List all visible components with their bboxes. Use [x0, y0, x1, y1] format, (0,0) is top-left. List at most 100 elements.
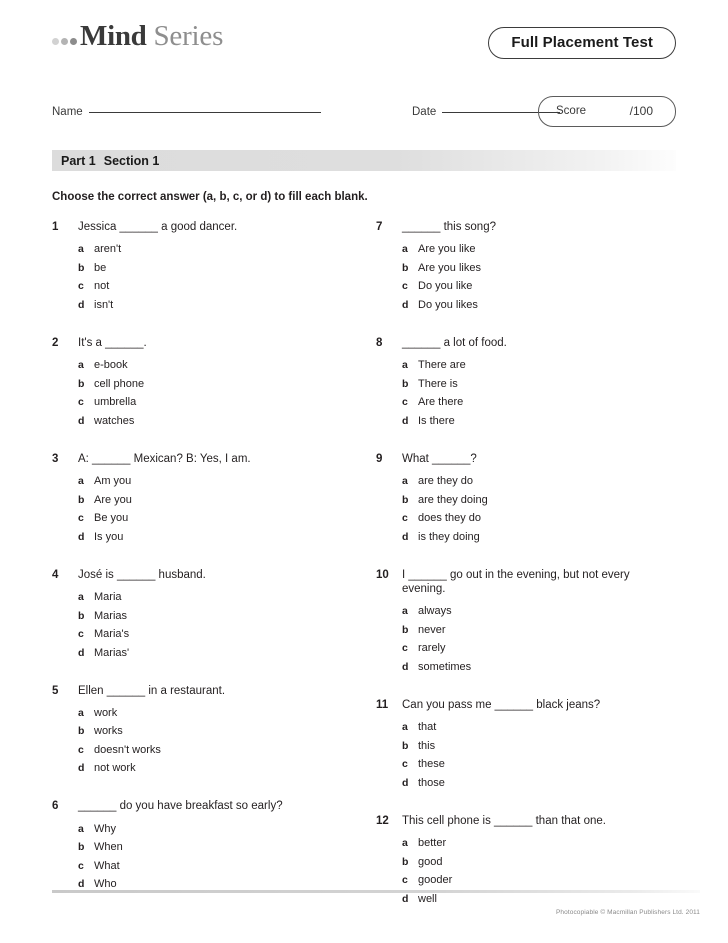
option-row[interactable]: a better	[376, 837, 676, 849]
option-row[interactable]: c umbrella	[52, 396, 364, 408]
option-text: well	[418, 892, 437, 905]
option-list: a better b good c gooder d well	[376, 837, 676, 905]
option-letter: a	[402, 243, 408, 256]
option-row[interactable]: a aren't	[52, 243, 364, 255]
option-row[interactable]: a Am you	[52, 475, 364, 487]
question-text: This cell phone is ______ than that one.	[402, 814, 606, 827]
option-row[interactable]: a Are you like	[376, 243, 676, 255]
option-row[interactable]: d watches	[52, 415, 364, 427]
question-head: 2 It's a ______.	[52, 336, 364, 350]
option-row[interactable]: d those	[376, 777, 676, 789]
option-text: aren't	[94, 243, 122, 256]
option-letter: d	[78, 878, 85, 891]
option-text: Is you	[94, 530, 124, 543]
option-text: are they doing	[418, 493, 488, 506]
option-letter: c	[78, 512, 84, 525]
brand-logo: Mind Series	[52, 20, 223, 53]
option-row[interactable]: a Maria	[52, 591, 364, 603]
option-row[interactable]: d Marias'	[52, 647, 364, 659]
option-row[interactable]: d isn't	[52, 299, 364, 311]
option-row[interactable]: b cell phone	[52, 378, 364, 390]
option-letter: a	[402, 359, 408, 372]
option-text: Marias	[94, 609, 128, 622]
option-row[interactable]: c gooder	[376, 874, 676, 886]
option-row[interactable]: c doesn't works	[52, 744, 364, 756]
page-header: Mind Series Full Placement Test	[52, 0, 676, 82]
option-text: There is	[418, 377, 458, 390]
option-text: is they doing	[418, 530, 480, 543]
option-row[interactable]: b Marias	[52, 610, 364, 622]
option-letter: d	[402, 892, 409, 905]
option-row[interactable]: d Is you	[52, 531, 364, 543]
name-write-line[interactable]	[88, 112, 321, 113]
option-row[interactable]: c Be you	[52, 512, 364, 524]
option-row[interactable]: b works	[52, 725, 364, 737]
option-row[interactable]: a There are	[376, 359, 676, 371]
question-number: 9	[376, 452, 383, 465]
option-text: Who	[94, 878, 117, 891]
option-row[interactable]: a always	[376, 605, 676, 617]
option-row[interactable]: a Why	[52, 823, 364, 835]
option-row[interactable]: b Are you likes	[376, 262, 676, 274]
option-row[interactable]: a that	[376, 721, 676, 733]
option-text: Do you like	[418, 280, 473, 293]
option-row[interactable]: c not	[52, 280, 364, 292]
question-item: 8 ______ a lot of food. a There are b There i…	[376, 336, 676, 427]
option-row[interactable]: b never	[376, 624, 676, 636]
question-item: 2 It's a ______. a e-book b cell phone c umbrel…	[52, 336, 364, 427]
option-text: good	[418, 855, 443, 868]
option-row[interactable]: c these	[376, 758, 676, 770]
option-row[interactable]: c Do you like	[376, 280, 676, 292]
section-header-bar: Part 1 Section 1	[52, 150, 676, 171]
option-row[interactable]: b be	[52, 262, 364, 274]
footer-copyright: Photocopiable © Macmillan Publishers Ltd…	[555, 909, 700, 916]
option-row[interactable]: d is they doing	[376, 531, 676, 543]
option-row[interactable]: c What	[52, 860, 364, 872]
question-item: 1 Jessica ______ a good dancer. a aren't b be…	[52, 220, 364, 311]
option-row[interactable]: b Are you	[52, 494, 364, 506]
footer-divider	[52, 890, 700, 893]
option-row[interactable]: a are they do	[376, 475, 676, 487]
question-text: José is ______ husband.	[78, 568, 206, 581]
score-box[interactable]: Score /100	[538, 96, 676, 127]
option-row[interactable]: a e-book	[52, 359, 364, 371]
option-list: a e-book b cell phone c umbrella d watches	[52, 359, 364, 427]
option-text: better	[418, 837, 447, 850]
question-head: 12 This cell phone is ______ than that on…	[376, 814, 676, 828]
option-row[interactable]: d Do you likes	[376, 299, 676, 311]
option-row[interactable]: d Is there	[376, 415, 676, 427]
option-row[interactable]: c Are there	[376, 396, 676, 408]
option-letter: b	[78, 377, 85, 390]
option-row[interactable]: b There is	[376, 378, 676, 390]
option-letter: c	[402, 874, 408, 887]
logo-mind-text: Mind	[80, 20, 147, 52]
option-text: Why	[94, 822, 116, 835]
option-text: never	[418, 623, 446, 636]
question-text: Can you pass me ______ black jeans?	[402, 698, 601, 711]
question-number: 6	[52, 800, 59, 813]
option-letter: a	[78, 822, 84, 835]
option-row[interactable]: b this	[376, 740, 676, 752]
worksheet-page: Mind Series Full Placement Test Name Dat…	[0, 0, 728, 943]
option-row[interactable]: a work	[52, 707, 364, 719]
option-row[interactable]: b When	[52, 841, 364, 853]
option-letter: c	[402, 642, 408, 655]
option-row[interactable]: c rarely	[376, 642, 676, 654]
score-label: Score	[556, 105, 587, 117]
option-row[interactable]: c does they do	[376, 512, 676, 524]
option-row[interactable]: b are they doing	[376, 494, 676, 506]
question-head: 1 Jessica ______ a good dancer.	[52, 220, 364, 234]
option-row[interactable]: d Who	[52, 878, 364, 890]
option-list: a always b never c rarely d sometimes	[376, 605, 676, 673]
option-row[interactable]: b good	[376, 856, 676, 868]
question-number: 3	[52, 452, 59, 465]
name-field[interactable]: Name	[52, 106, 321, 118]
option-letter: b	[78, 725, 85, 738]
option-list: a are they do b are they doing c does they do…	[376, 475, 676, 543]
option-row[interactable]: d sometimes	[376, 661, 676, 673]
option-row[interactable]: d well	[376, 893, 676, 905]
option-text: Marias'	[94, 646, 130, 659]
option-row[interactable]: c Maria's	[52, 628, 364, 640]
name-label: Name	[52, 106, 83, 118]
option-row[interactable]: d not work	[52, 762, 364, 774]
